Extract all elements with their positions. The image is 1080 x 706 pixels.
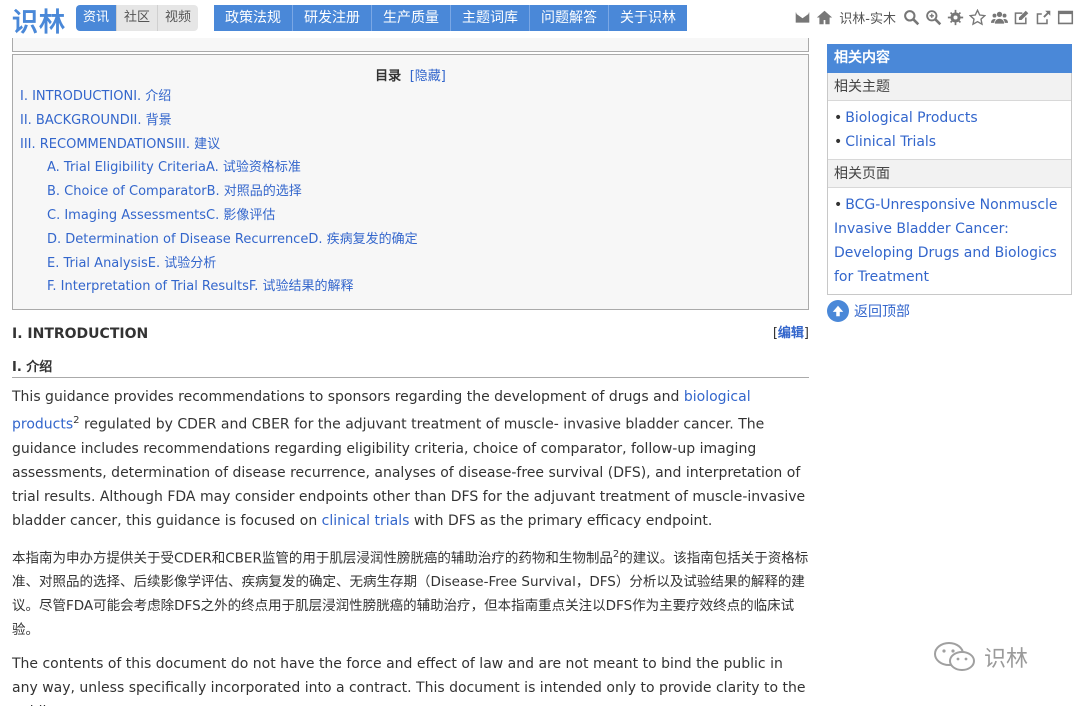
top-strip — [12, 38, 809, 52]
related-topic-biological-products[interactable]: Biological Products — [845, 110, 977, 126]
nav-about[interactable]: 关于识林 — [609, 5, 687, 31]
nav-rd-registration[interactable]: 研发注册 — [293, 5, 372, 31]
related-topic-clinical-trials[interactable]: Clinical Trials — [845, 134, 936, 150]
related-pages-label: 相关页面 — [828, 160, 1071, 188]
nav-topic-lexicon[interactable]: 主题词库 — [451, 5, 530, 31]
search-icon[interactable] — [902, 9, 920, 27]
user-toolbar: 识林-实木 — [793, 8, 1074, 27]
toc-item-imaging[interactable]: C. Imaging AssessmentsC. 影像评估 — [20, 204, 801, 228]
gear-icon[interactable] — [946, 9, 964, 27]
toc-item-interpretation[interactable]: F. Interpretation of Trial ResultsF. 试验结… — [20, 275, 801, 299]
toc-item-recommendations[interactable]: III. RECOMMENDATIONSIII. 建议 — [20, 133, 801, 157]
nav-faq[interactable]: 问题解答 — [530, 5, 609, 31]
toc-item-background[interactable]: II. BACKGROUNDII. 背景 — [20, 109, 801, 133]
sub-tabs: 资讯 社区 视频 — [76, 5, 199, 31]
zoom-search-icon[interactable] — [924, 9, 942, 27]
mail-icon[interactable] — [793, 9, 811, 27]
star-icon[interactable] — [968, 9, 986, 27]
toc-item-analysis[interactable]: E. Trial AnalysisE. 试验分析 — [20, 252, 801, 276]
toc-title: 目录 [隐藏] — [20, 65, 801, 85]
related-sidebar: 相关内容 相关主题 • Biological Products • Clinical… — [827, 44, 1072, 295]
top-bar: 识林 资讯 社区 视频 政策法规 研发注册 生产质量 主题词库 问题解答 关于识… — [0, 0, 1080, 38]
sidebar-header: 相关内容 — [827, 44, 1072, 73]
toc-item-comparator[interactable]: B. Choice of ComparatorB. 对照品的选择 — [20, 180, 801, 204]
list-item: • BCG-Unresponsive Nonmuscle Invasive Bla… — [834, 197, 1058, 285]
intro-paragraph-cn: 本指南为申办方提供关于受CDER和CBER监管的用于肌层浸润性膀胱癌的辅助治疗的… — [12, 548, 809, 639]
site-logo[interactable]: 识林 — [12, 2, 66, 39]
wechat-icon — [934, 642, 975, 671]
list-item: • Clinical Trials — [834, 134, 937, 150]
toc-title-text: 目录 — [375, 69, 402, 84]
home-icon[interactable] — [815, 9, 833, 27]
toc-item-eligibility[interactable]: A. Trial Eligibility CriteriaA. 试验资格标准 — [20, 156, 801, 180]
tab-news[interactable]: 资讯 — [76, 5, 118, 31]
watermark-text: 识林 — [984, 647, 1029, 672]
section-heading-en: I. INTRODUCTION [编辑] — [12, 326, 809, 348]
main-nav: 政策法规 研发注册 生产质量 主题词库 问题解答 关于识林 — [214, 5, 687, 31]
toc-hide-toggle[interactable]: [隐藏] — [410, 69, 446, 84]
section-heading-cn: I. 介绍 — [12, 356, 809, 378]
section-heading-en-text: I. INTRODUCTION — [12, 326, 149, 342]
back-to-top-label: 返回顶部 — [854, 304, 910, 320]
users-icon[interactable] — [990, 9, 1008, 27]
share-icon[interactable] — [1034, 9, 1052, 27]
related-page-bcg-bladder-cancer[interactable]: BCG-Unresponsive Nonmuscle Invasive Blad… — [834, 197, 1058, 285]
wechat-watermark: 识林 — [932, 640, 1028, 674]
nav-policy[interactable]: 政策法规 — [214, 5, 293, 31]
user-name[interactable]: 识林-实木 — [839, 8, 896, 27]
related-topics-list: • Biological Products • Clinical Trials — [828, 101, 1071, 160]
tab-video[interactable]: 视频 — [158, 5, 199, 31]
sidebar-box: 相关主题 • Biological Products • Clinical Tria… — [827, 73, 1072, 295]
edit-link[interactable]: [编辑] — [773, 322, 809, 341]
table-of-contents: 目录 [隐藏] I. INTRODUCTIONI. 介绍 II. BACKGRO… — [12, 54, 809, 310]
back-to-top-button[interactable]: 返回顶部 — [827, 300, 910, 322]
nav-production-quality[interactable]: 生产质量 — [372, 5, 451, 31]
window-icon[interactable] — [1056, 9, 1074, 27]
edit-icon[interactable] — [1012, 9, 1030, 27]
toc-item-introduction[interactable]: I. INTRODUCTIONI. 介绍 — [20, 85, 801, 109]
main-content: 目录 [隐藏] I. INTRODUCTIONI. 介绍 II. BACKGRO… — [12, 38, 809, 706]
toc-item-recurrence[interactable]: D. Determination of Disease RecurrenceD.… — [20, 228, 801, 252]
intro-paragraph-en: This guidance provides recommendations t… — [12, 389, 806, 529]
related-topics-label: 相关主题 — [828, 73, 1071, 101]
arrow-up-icon — [827, 300, 849, 322]
disclaimer-paragraph: The contents of this document do not hav… — [12, 656, 806, 706]
tab-community[interactable]: 社区 — [117, 5, 159, 31]
link-clinical-trials[interactable]: clinical trials — [322, 513, 410, 529]
list-item: • Biological Products — [834, 110, 978, 126]
related-pages-list: • BCG-Unresponsive Nonmuscle Invasive Bla… — [828, 188, 1071, 294]
